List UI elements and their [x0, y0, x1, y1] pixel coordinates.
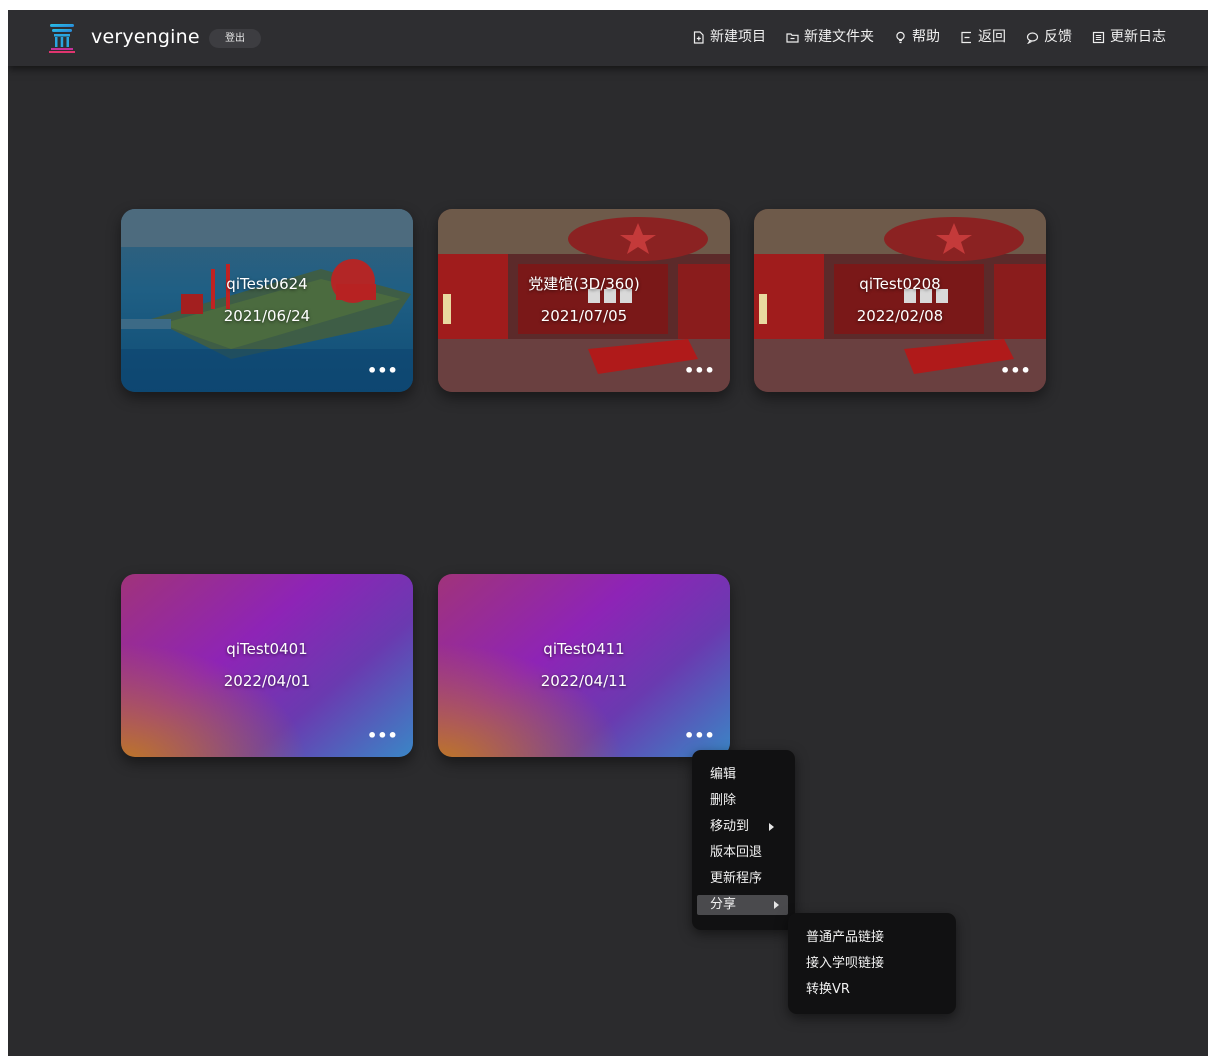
changelog-button[interactable]: 更新日志 — [1092, 27, 1166, 47]
menu-item-update-program[interactable]: 更新程序 — [697, 869, 787, 889]
project-card[interactable]: 党建馆(3D/360) 2021/07/05 ••• — [438, 209, 730, 392]
submenu-arrow-icon — [774, 901, 779, 909]
project-date: 2022/02/08 — [856, 307, 944, 325]
return-icon — [961, 31, 971, 43]
share-submenu: 普通产品链接 接入学呗链接 转换VR — [788, 913, 956, 1014]
menu-item-version-rollback[interactable]: 版本回退 — [697, 843, 787, 863]
more-options-button[interactable]: ••• — [1000, 363, 1031, 379]
help-label: 帮助 — [912, 29, 940, 45]
top-bar: veryengine 登出 新建项目 新建文件夹 帮助 返回 反馈 更新日志 — [8, 10, 1208, 66]
new-project-button[interactable]: 新建项目 — [692, 27, 766, 47]
new-folder-button[interactable]: 新建文件夹 — [786, 27, 874, 47]
new-file-icon — [693, 30, 704, 44]
project-card[interactable]: qiTest0411 2022/04/11 ••• — [438, 574, 730, 757]
menu-item-share[interactable]: 分享 — [697, 895, 788, 915]
new-project-label: 新建项目 — [710, 29, 766, 45]
new-folder-label: 新建文件夹 — [804, 29, 874, 45]
menu-item-move-to[interactable]: 移动到 — [697, 817, 787, 837]
project-card[interactable]: qiTest0624 2021/06/24 ••• — [121, 209, 413, 392]
more-options-button[interactable]: ••• — [684, 728, 715, 744]
project-date: 2021/07/05 — [540, 307, 628, 325]
more-options-button[interactable]: ••• — [367, 728, 398, 744]
help-button[interactable]: 帮助 — [894, 27, 940, 47]
submenu-arrow-icon — [769, 823, 774, 831]
logout-button[interactable]: 登出 — [209, 29, 261, 48]
project-title: qiTest0401 — [226, 640, 308, 658]
project-title: 党建馆(3D/360) — [528, 275, 640, 293]
menu-item-product-link[interactable]: 普通产品链接 — [793, 928, 943, 948]
menu-item-move-to-label: 移动到 — [710, 819, 750, 834]
feedback-label: 反馈 — [1044, 29, 1072, 45]
menu-item-delete[interactable]: 删除 — [697, 791, 787, 811]
brand-name: veryengine — [91, 26, 200, 48]
menu-item-share-label: 分享 — [710, 897, 737, 912]
project-date: 2022/04/11 — [540, 672, 628, 690]
back-label: 返回 — [978, 29, 1006, 45]
project-card[interactable]: qiTest0401 2022/04/01 ••• — [121, 574, 413, 757]
lightbulb-icon — [896, 31, 905, 43]
more-options-button[interactable]: ••• — [367, 363, 398, 379]
app-window: veryengine 登出 新建项目 新建文件夹 帮助 返回 反馈 更新日志 q… — [8, 10, 1208, 1056]
back-button[interactable]: 返回 — [960, 27, 1006, 47]
project-date: 2021/06/24 — [223, 307, 311, 325]
menu-item-edit[interactable]: 编辑 — [697, 765, 787, 785]
project-context-menu: 编辑 删除 移动到 版本回退 更新程序 分享 — [692, 750, 795, 930]
chat-bubble-icon — [1026, 31, 1039, 44]
menu-item-xuebei-link[interactable]: 接入学呗链接 — [793, 954, 943, 974]
menu-item-convert-vr[interactable]: 转换VR — [793, 980, 943, 1000]
new-folder-icon — [786, 32, 799, 43]
veryengine-logo-icon — [49, 24, 75, 53]
top-nav: 新建项目 新建文件夹 帮助 返回 反馈 更新日志 — [692, 27, 1166, 47]
more-options-button[interactable]: ••• — [684, 363, 715, 379]
feedback-button[interactable]: 反馈 — [1026, 27, 1072, 47]
project-card[interactable]: qiTest0208 2022/02/08 ••• — [754, 209, 1046, 392]
log-icon — [1092, 31, 1105, 43]
project-date: 2022/04/01 — [223, 672, 311, 690]
project-title: qiTest0208 — [859, 275, 941, 293]
project-title: qiTest0411 — [543, 640, 625, 658]
changelog-label: 更新日志 — [1110, 29, 1166, 45]
project-title: qiTest0624 — [226, 275, 308, 293]
